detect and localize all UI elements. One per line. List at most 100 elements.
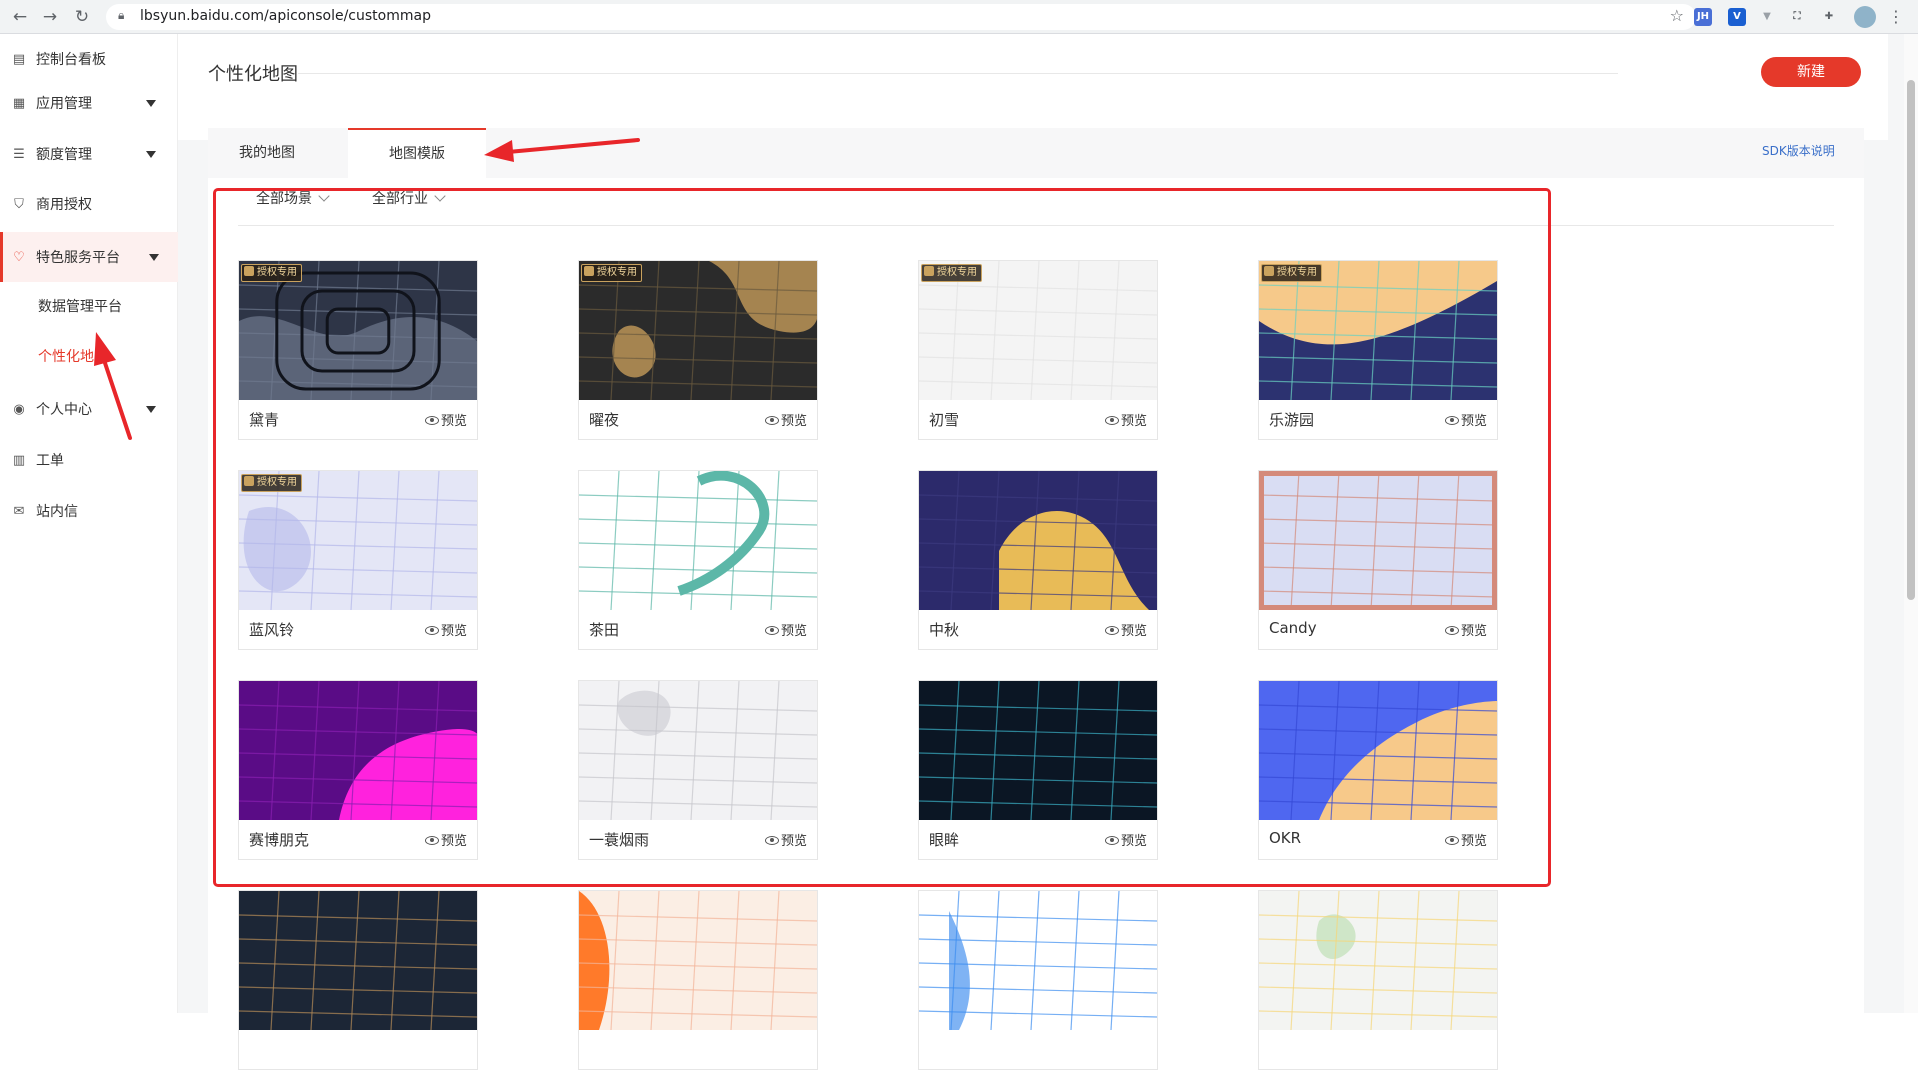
map-thumbnail[interactable] bbox=[919, 891, 1157, 1030]
map-template-card[interactable]: 一蓑烟雨 预览 bbox=[578, 680, 818, 860]
sidebar-subitem-1[interactable]: 个性化地图 bbox=[38, 346, 108, 366]
map-thumbnail[interactable] bbox=[1259, 471, 1497, 610]
map-thumbnail[interactable]: 授权专用 bbox=[239, 261, 477, 400]
preview-label: 预览 bbox=[780, 414, 807, 429]
map-thumbnail[interactable] bbox=[919, 471, 1157, 610]
puzzle-extension-icon[interactable]: ✚ bbox=[1820, 8, 1838, 26]
bookmark-star-icon[interactable]: ☆ bbox=[1670, 6, 1684, 25]
map-template-card[interactable] bbox=[1258, 890, 1498, 1070]
title-divider bbox=[298, 73, 1618, 74]
industry-filter[interactable]: 全部行业 bbox=[372, 188, 446, 208]
filter-extension-icon[interactable]: ▼ bbox=[1758, 8, 1776, 26]
jh-extension-icon[interactable]: JH bbox=[1694, 8, 1712, 26]
map-thumbnail[interactable] bbox=[579, 471, 817, 610]
map-thumbnail-art bbox=[579, 891, 817, 1030]
sidebar-item-label: 站内信 bbox=[36, 504, 78, 520]
template-panel: 我的地图 地图模版 SDK版本说明 全部场景 全部行业 授权专用 黛青 预览 授权专用… bbox=[208, 128, 1864, 1070]
sidebar-item-label: 个人中心 bbox=[36, 402, 92, 418]
map-thumbnail[interactable] bbox=[1259, 681, 1497, 820]
template-name: 蓝风铃 bbox=[249, 621, 295, 639]
map-template-card[interactable] bbox=[918, 890, 1158, 1070]
eye-icon bbox=[424, 626, 439, 635]
preview-label: 预览 bbox=[1460, 414, 1487, 429]
eye-icon bbox=[764, 416, 779, 425]
preview-button[interactable]: 预览 bbox=[424, 620, 467, 639]
map-template-card[interactable]: 授权专用初雪 预览 bbox=[918, 260, 1158, 440]
map-template-card[interactable]: 赛博朋克 预览 bbox=[238, 680, 478, 860]
menu-dots-icon[interactable]: ⋮ bbox=[1886, 7, 1906, 27]
back-icon[interactable]: ← bbox=[10, 7, 30, 27]
license-badge-label: 授权专用 bbox=[597, 267, 637, 278]
map-thumbnail[interactable]: 授权专用 bbox=[579, 261, 817, 400]
map-thumbnail[interactable] bbox=[579, 891, 817, 1030]
page-title: 个性化地图 bbox=[208, 64, 298, 85]
reload-icon[interactable]: ↻ bbox=[72, 7, 92, 27]
profile-avatar[interactable] bbox=[1854, 6, 1876, 28]
sidebar-item-label: 工单 bbox=[36, 453, 64, 469]
eye-icon bbox=[424, 416, 439, 425]
crown-icon bbox=[584, 266, 594, 276]
preview-button[interactable]: 预览 bbox=[1104, 830, 1147, 849]
map-template-card[interactable] bbox=[578, 890, 818, 1070]
preview-button[interactable]: 预览 bbox=[764, 830, 807, 849]
sdk-version-link[interactable]: SDK版本说明 bbox=[1762, 142, 1835, 159]
map-thumbnail[interactable]: 授权专用 bbox=[239, 471, 477, 610]
map-thumbnail[interactable] bbox=[239, 681, 477, 820]
tab-map-templates[interactable]: 地图模版 bbox=[348, 128, 486, 178]
v-extension-icon[interactable]: V bbox=[1728, 8, 1746, 26]
map-thumbnail[interactable] bbox=[579, 681, 817, 820]
map-thumbnail-art bbox=[239, 681, 477, 820]
map-template-card[interactable]: 茶田 预览 bbox=[578, 470, 818, 650]
sidebar-subitem-0[interactable]: 数据管理平台 bbox=[38, 296, 122, 316]
forward-icon[interactable]: → bbox=[40, 7, 60, 27]
preview-button[interactable]: 预览 bbox=[424, 830, 467, 849]
chevron-down-icon bbox=[434, 190, 446, 202]
map-template-card[interactable]: 授权专用蓝风铃 预览 bbox=[238, 470, 478, 650]
map-thumbnail[interactable] bbox=[919, 681, 1157, 820]
map-template-card[interactable]: 授权专用 乐游园 预览 bbox=[1258, 260, 1498, 440]
map-template-card[interactable]: OKR 预览 bbox=[1258, 680, 1498, 860]
tab-my-maps[interactable]: 我的地图 bbox=[208, 128, 326, 178]
sidebar-item-4[interactable]: ♡ 特色服务平台 bbox=[0, 232, 178, 282]
eye-icon bbox=[1104, 416, 1119, 425]
preview-button[interactable]: 预览 bbox=[1444, 830, 1487, 849]
map-template-card[interactable]: 授权专用 黛青 预览 bbox=[238, 260, 478, 440]
license-badge: 授权专用 bbox=[241, 474, 302, 492]
sidebar-item-2[interactable]: ☰ 额度管理 bbox=[0, 129, 178, 179]
sidebar-item-0[interactable]: ▤ 控制台看板 bbox=[0, 34, 178, 84]
preview-button[interactable]: 预览 bbox=[424, 410, 467, 429]
capture-extension-icon[interactable]: ⛶ bbox=[1788, 8, 1806, 26]
map-template-card[interactable]: 授权专用 曜夜 预览 bbox=[578, 260, 818, 440]
preview-button[interactable]: 预览 bbox=[1104, 410, 1147, 429]
scene-filter-label: 全部场景 bbox=[256, 191, 312, 207]
scrollbar-thumb[interactable] bbox=[1907, 80, 1915, 600]
map-thumbnail[interactable] bbox=[1259, 891, 1497, 1030]
map-thumbnail[interactable]: 授权专用 bbox=[1259, 261, 1497, 400]
map-template-card[interactable]: Candy 预览 bbox=[1258, 470, 1498, 650]
map-template-card[interactable]: 眼眸 预览 bbox=[918, 680, 1158, 860]
preview-label: 预览 bbox=[780, 834, 807, 849]
new-button[interactable]: 新建 bbox=[1761, 57, 1861, 87]
preview-button[interactable]: 预览 bbox=[764, 620, 807, 639]
preview-button[interactable]: 预览 bbox=[1104, 620, 1147, 639]
map-thumbnail[interactable]: 授权专用 bbox=[919, 261, 1157, 400]
scene-filter[interactable]: 全部场景 bbox=[256, 188, 330, 208]
map-template-card[interactable]: 中秋 预览 bbox=[918, 470, 1158, 650]
sidebar-item-7[interactable]: ✉ 站内信 bbox=[0, 486, 178, 536]
caret-down-icon bbox=[146, 150, 156, 158]
map-thumbnail[interactable] bbox=[239, 891, 477, 1030]
sidebar-item-5[interactable]: ◉ 个人中心 bbox=[0, 384, 178, 434]
template-name: 初雪 bbox=[929, 411, 960, 429]
sidebar-item-3[interactable]: ⛉ 商用授权 bbox=[0, 179, 178, 229]
caret-down-icon bbox=[146, 405, 156, 413]
eye-icon bbox=[1444, 416, 1459, 425]
address-bar[interactable]: 🔒︎ lbsyun.baidu.com/apiconsole/custommap… bbox=[106, 4, 1696, 30]
map-template-card[interactable] bbox=[238, 890, 478, 1070]
preview-button[interactable]: 预览 bbox=[1444, 620, 1487, 639]
mail-icon: ✉ bbox=[13, 503, 25, 519]
preview-button[interactable]: 预览 bbox=[1444, 410, 1487, 429]
preview-button[interactable]: 预览 bbox=[764, 410, 807, 429]
crown-icon bbox=[1264, 266, 1274, 276]
sidebar-item-6[interactable]: ▥ 工单 bbox=[0, 435, 178, 485]
sidebar-item-1[interactable]: ▦ 应用管理 bbox=[0, 78, 178, 128]
